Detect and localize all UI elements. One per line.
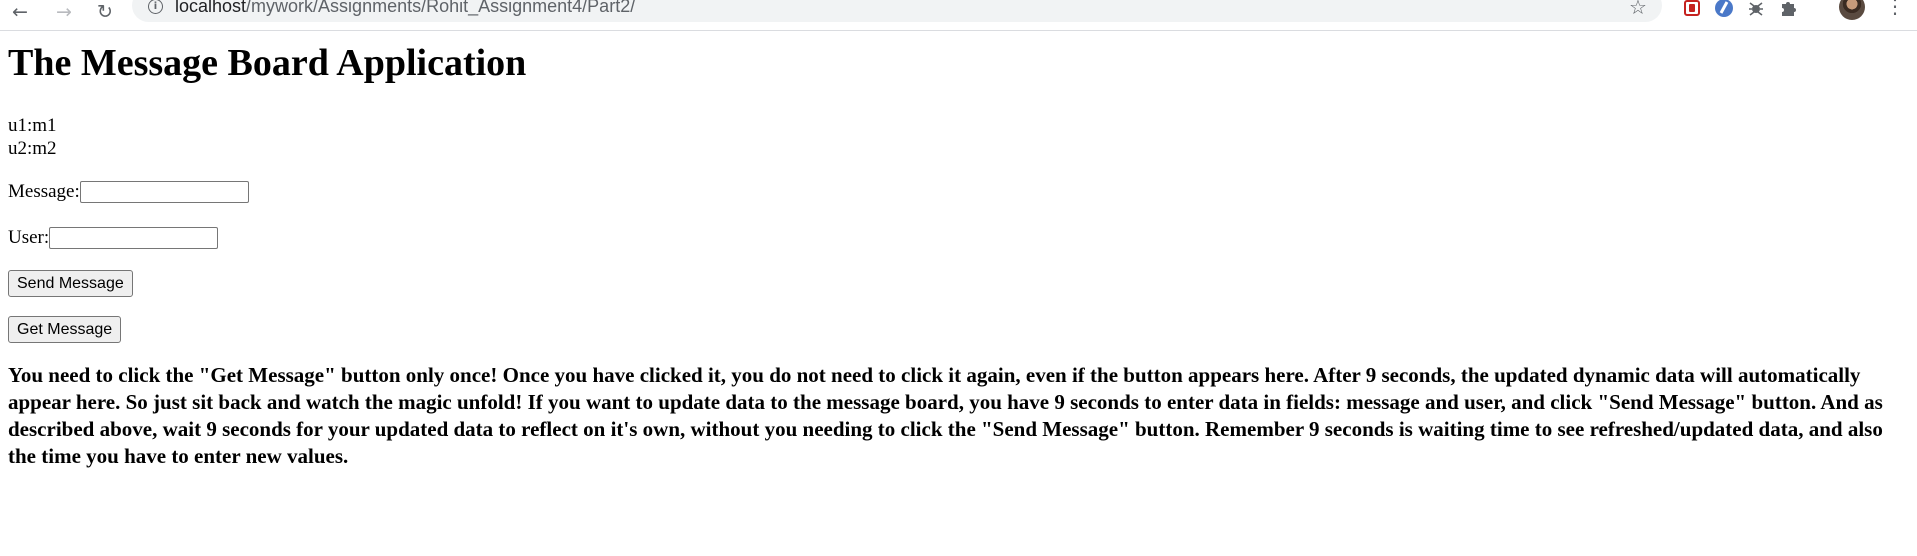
page-title: The Message Board Application xyxy=(8,42,527,84)
message-list: u1:m1 u2:m2 xyxy=(8,114,1908,160)
browser-toolbar: ← → ↻ i localhost/mywork/Assignments/Roh… xyxy=(0,0,1917,31)
send-message-button[interactable]: Send Message xyxy=(8,270,133,297)
extension-icon[interactable] xyxy=(1746,0,1766,18)
extension-icon[interactable] xyxy=(1714,0,1734,18)
url-host: localhost xyxy=(175,0,247,16)
back-icon[interactable]: ← xyxy=(8,0,32,24)
more-icon[interactable]: ⋮ xyxy=(1885,0,1905,16)
user-row: User: xyxy=(8,224,1908,252)
puzzle-icon[interactable] xyxy=(1779,0,1799,18)
get-message-button[interactable]: Get Message xyxy=(8,316,122,343)
message-item: u1:m1 xyxy=(8,115,57,136)
send-row: Send Message xyxy=(8,270,1908,298)
message-row: Message: xyxy=(8,178,1908,206)
url-path: /mywork/Assignments/Rohit_Assignment4/Pa… xyxy=(246,0,636,16)
reload-icon[interactable]: ↻ xyxy=(93,0,117,24)
profile-avatar[interactable] xyxy=(1839,0,1865,20)
message-label: Message: xyxy=(8,181,80,202)
instructions-text: You need to click the "Get Message" butt… xyxy=(8,363,1883,468)
user-label: User: xyxy=(8,227,50,248)
extension-icon[interactable] xyxy=(1682,0,1702,18)
user-input[interactable] xyxy=(49,227,219,249)
forward-icon[interactable]: → xyxy=(52,0,76,24)
get-row: Get Message xyxy=(8,316,1908,344)
message-input[interactable] xyxy=(79,181,249,203)
page-content: The Message Board Application u1:m1 u2:m… xyxy=(8,40,1908,470)
message-item: u2:m2 xyxy=(8,138,57,159)
url-text[interactable]: localhost/mywork/Assignments/Rohit_Assig… xyxy=(175,0,635,17)
bookmark-star-icon[interactable]: ☆ xyxy=(1629,0,1647,18)
